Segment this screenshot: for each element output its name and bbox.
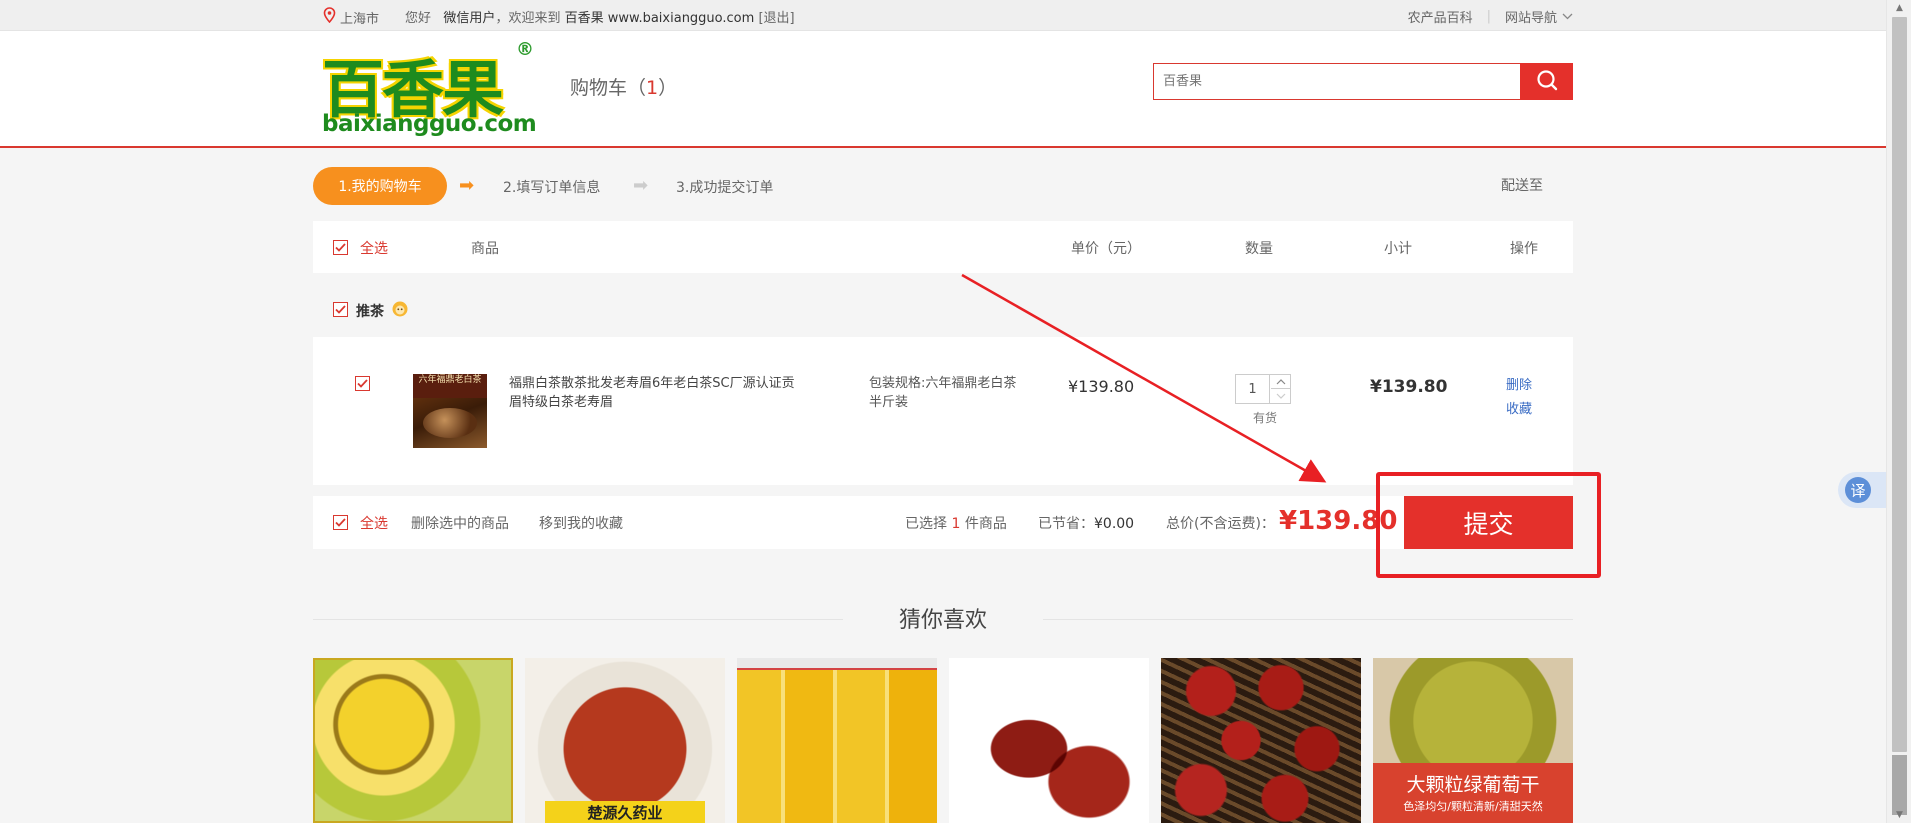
encyclopedia-link[interactable]: 农产品百科 — [1408, 7, 1473, 26]
product-card-jujube[interactable] — [1161, 658, 1361, 823]
annotation-highlight-box — [1376, 472, 1601, 578]
step-order-info: 2.填写订单信息 — [503, 180, 601, 196]
shop-row: 推茶 — [313, 290, 1573, 336]
scrollbar-secondary-thumb[interactable] — [1892, 755, 1907, 815]
total-label: 总价(不含运费)： — [1166, 516, 1275, 532]
location-selector[interactable]: 上海市 — [323, 7, 379, 27]
column-product: 商品 — [471, 241, 499, 257]
product-banner-title: 大颗粒绿葡萄干 — [1406, 774, 1540, 796]
scroll-down-icon[interactable]: ▼ — [1887, 807, 1911, 823]
site-url: www.baixiangguo.com — [607, 11, 755, 26]
thumbnail-caption: 六年福鼎老白茶 — [413, 374, 487, 398]
logout-link[interactable]: [退出] — [758, 11, 794, 26]
product-brand-label: 楚源久药业 — [545, 801, 705, 823]
scroll-up-icon[interactable]: ▲ — [1887, 0, 1911, 16]
site-nav-link[interactable]: 网站导航 — [1505, 7, 1557, 26]
saved-value: ¥0.00 — [1094, 516, 1135, 532]
item-checkbox[interactable] — [355, 376, 370, 391]
search-icon — [1536, 69, 1558, 95]
logo-english: baixiangguo.com — [322, 111, 537, 137]
location-pin-icon — [323, 7, 336, 27]
selected-count: 1 — [951, 516, 961, 532]
dates-image — [1161, 658, 1361, 823]
checkout-steps: 1.我的购物车 ➡ 2.填写订单信息 ➡ 3.成功提交订单 配送至 — [313, 167, 1573, 205]
page-title: 购物车（1） — [570, 73, 677, 100]
greeting: 您好 微信用户，欢迎来到 百香果 www.baixiangguo.com [退出… — [405, 7, 795, 26]
column-quantity: 数量 — [1245, 241, 1273, 257]
cart-label: 购物车（ — [570, 77, 647, 99]
arrow-right-icon: ➡ — [459, 175, 475, 196]
search-bar — [1153, 63, 1573, 100]
scrollbar-thumb[interactable] — [1892, 17, 1907, 752]
stock-status: 有货 — [1253, 411, 1278, 425]
product-card-dried-mango[interactable] — [737, 658, 937, 823]
selected-prefix: 已选择 — [905, 516, 947, 532]
selected-suffix: 件商品 — [964, 516, 1007, 532]
location-text: 上海市 — [340, 11, 380, 27]
shop-chat-icon[interactable] — [391, 300, 409, 322]
shop-checkbox[interactable] — [333, 302, 348, 317]
step-submit: 3.成功提交订单 — [676, 180, 774, 196]
item-subtotal: ¥139.80 — [1370, 377, 1448, 397]
favorite-link[interactable]: 收藏 — [1506, 398, 1532, 422]
vertical-scrollbar[interactable]: ▲ ▼ — [1886, 0, 1911, 823]
bag-seal — [737, 658, 937, 670]
chevron-down-icon[interactable] — [1562, 9, 1573, 24]
arrow-right-icon: ➡ — [633, 175, 649, 196]
cart-item-row: 六年福鼎老白茶 福鼎白茶散茶批发老寿眉6年老白茶SC厂源认证贡眉特级白茶老寿眉 … — [313, 337, 1573, 485]
column-actions: 操作 — [1510, 241, 1538, 257]
select-all-label[interactable]: 全选 — [360, 238, 388, 258]
search-button[interactable] — [1520, 63, 1573, 100]
ship-to-selector[interactable]: 配送至 — [1501, 175, 1543, 195]
divider: | — [1486, 9, 1491, 24]
recommendations-header: 猜你喜欢 — [313, 600, 1573, 636]
welcome-text: ，欢迎来到 — [495, 11, 561, 26]
username: 微信用户 — [443, 11, 496, 26]
site-name: 百香果 — [564, 11, 604, 26]
unit-price: ¥139.80 — [1068, 377, 1135, 396]
cart-table-header: 全选 商品 单价（元） 数量 小计 操作 — [313, 221, 1573, 273]
recommendations-title: 猜你喜欢 — [898, 608, 987, 633]
product-card-red-dates[interactable] — [949, 658, 1149, 823]
product-banner-subtitle: 色泽均匀/颗粒清新/清甜天然 — [1403, 800, 1543, 813]
selected-count-text: 已选择 1 件商品 — [905, 513, 1007, 533]
select-all-checkbox[interactable] — [333, 240, 348, 255]
delete-selected-link[interactable]: 删除选中的商品 — [411, 513, 509, 533]
quantity-stepper: 1 — [1235, 374, 1291, 404]
product-thumbnail[interactable]: 六年福鼎老白茶 — [413, 374, 487, 448]
saved-label: 已节省： — [1038, 516, 1094, 532]
recommended-products: 楚源久药业 大颗粒绿葡萄干 色泽均匀/颗粒清新/清甜天然 — [313, 658, 1573, 823]
decrease-button[interactable] — [1271, 389, 1290, 403]
greeting-hello: 您好 — [405, 11, 432, 26]
header: 百香果 ® baixiangguo.com 购物车（1） — [0, 31, 1886, 148]
product-card-raisins[interactable]: 大颗粒绿葡萄干 色泽均匀/颗粒清新/清甜天然 — [1373, 658, 1573, 823]
product-card-goji[interactable]: 楚源久药业 — [525, 658, 725, 823]
increase-button[interactable] — [1271, 375, 1290, 389]
product-spec: 包装规格:六年福鼎老白茶半斤装 — [869, 376, 1017, 410]
site-logo[interactable]: 百香果 ® baixiangguo.com — [320, 39, 537, 139]
logo-registered-mark: ® — [516, 39, 534, 60]
translate-icon: 译 — [1845, 477, 1871, 503]
select-all-checkbox-bottom[interactable] — [333, 515, 348, 530]
column-unit-price: 单价（元） — [1071, 241, 1141, 257]
select-all-label-bottom[interactable]: 全选 — [360, 513, 388, 533]
cart-count: 1 — [646, 77, 659, 99]
product-card-passion-fruit[interactable] — [313, 658, 513, 823]
shop-name[interactable]: 推茶 — [356, 301, 384, 321]
move-to-favorites-link[interactable]: 移到我的收藏 — [539, 513, 623, 533]
delete-link[interactable]: 删除 — [1506, 374, 1532, 398]
tea-leaf-image — [423, 408, 477, 438]
item-actions: 删除 收藏 — [1506, 374, 1532, 422]
cart-label-close: ） — [658, 77, 678, 99]
quantity-input[interactable]: 1 — [1236, 375, 1270, 403]
top-bar: 上海市 您好 微信用户，欢迎来到 百香果 www.baixiangguo.com… — [0, 0, 1886, 31]
step-cart: 1.我的购物车 — [313, 167, 447, 205]
column-subtotal: 小计 — [1384, 241, 1412, 257]
search-input[interactable] — [1153, 63, 1520, 100]
saved-amount: 已节省：¥0.00 — [1038, 513, 1134, 533]
raisins-image — [1373, 658, 1573, 763]
product-name[interactable]: 福鼎白茶散茶批发老寿眉6年老白茶SC厂源认证贡眉特级白茶老寿眉 — [509, 374, 799, 412]
